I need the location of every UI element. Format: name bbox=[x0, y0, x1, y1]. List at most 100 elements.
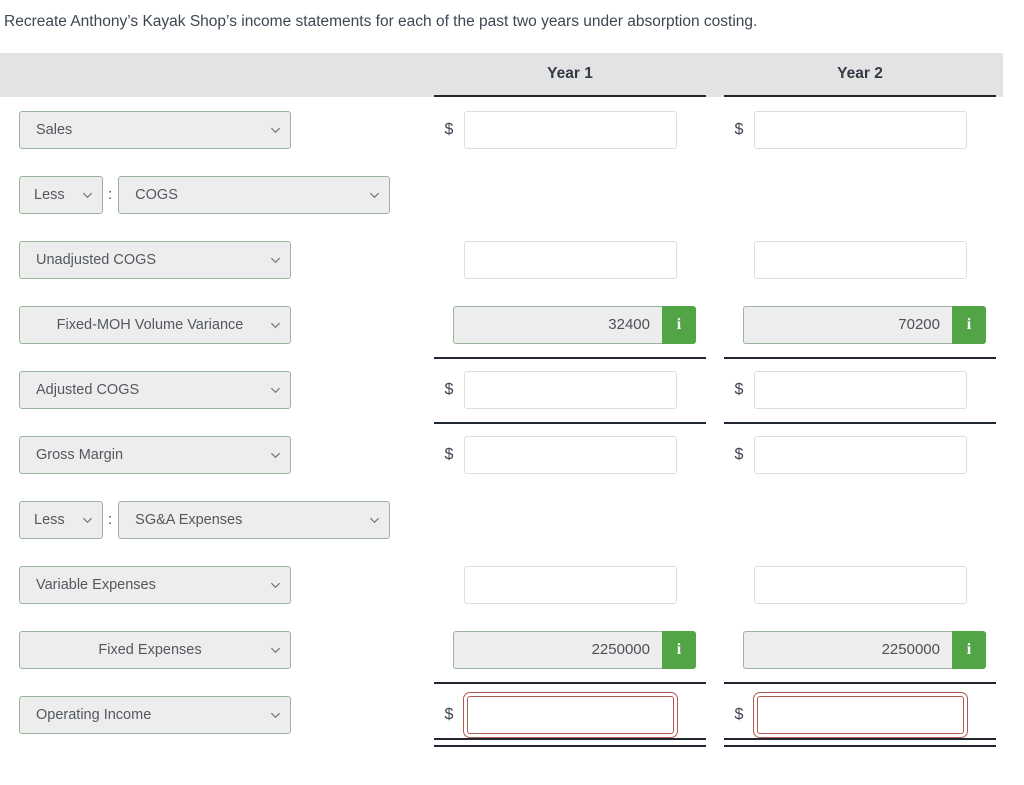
table-row-unadjusted-cogs: Unadjusted COGS bbox=[0, 227, 1003, 292]
income-statement-table: Year 1 Year 2 Sales $ $ Less: COGS Unad… bbox=[0, 53, 1003, 748]
row-label-cell: Fixed-MOH Volume Variance bbox=[0, 305, 434, 344]
value-cell-year1-unadjusted-cogs bbox=[434, 227, 706, 292]
chevron-down-icon bbox=[270, 319, 281, 330]
row-label-cell: Variable Expenses bbox=[0, 565, 434, 604]
account-select-fixed-expenses[interactable]: Fixed Expenses bbox=[19, 630, 291, 669]
account-select-label: Gross Margin bbox=[36, 446, 124, 463]
table-row-variable-expenses: Variable Expenses bbox=[0, 552, 1003, 617]
row-tail bbox=[996, 422, 1003, 487]
input-operating-income-year2[interactable] bbox=[753, 691, 968, 738]
value-cell-year2-less-sga bbox=[724, 487, 996, 552]
readonly-fixed-moh-year1: 32400 bbox=[453, 305, 662, 344]
table-row-fixed-moh-volume-variance: Fixed-MOH Volume Variance 32400 i 70200 … bbox=[0, 292, 1003, 357]
currency-symbol: $ bbox=[444, 705, 454, 723]
account-select-variable-expenses[interactable]: Variable Expenses bbox=[19, 565, 291, 604]
input-sales-year1[interactable] bbox=[464, 110, 677, 149]
table-row-sales: Sales $ $ bbox=[0, 97, 1003, 162]
chevron-down-icon bbox=[270, 384, 281, 395]
input-adjusted-cogs-year2[interactable] bbox=[754, 370, 967, 409]
input-operating-income-year1[interactable] bbox=[463, 691, 678, 738]
input-unadjusted-cogs-year1[interactable] bbox=[464, 240, 677, 279]
input-variable-expenses-year2[interactable] bbox=[754, 565, 967, 604]
value-cell-year1-less-cogs bbox=[434, 162, 706, 227]
value-cell-year1-gross-margin: $ bbox=[434, 422, 706, 487]
info-icon-fixed-expenses-year2[interactable]: i bbox=[952, 630, 986, 669]
operator-separator: : bbox=[108, 186, 113, 204]
readonly-value-group-year2: 2250000 i bbox=[743, 630, 986, 669]
row-label-cell: Gross Margin bbox=[0, 435, 434, 474]
readonly-value-group-year2: 70200 i bbox=[743, 305, 986, 344]
input-sales-year2[interactable] bbox=[754, 110, 967, 149]
table-row-gross-margin: Gross Margin $ $ bbox=[0, 422, 1003, 487]
value-cell-year1-operating-income: $ bbox=[434, 682, 706, 748]
readonly-fixed-expenses-year1: 2250000 bbox=[453, 630, 662, 669]
row-tail bbox=[996, 162, 1003, 227]
info-icon-fixed-moh-year2[interactable]: i bbox=[952, 305, 986, 344]
input-adjusted-cogs-year1[interactable] bbox=[464, 370, 677, 409]
operator-select-label: Less bbox=[34, 186, 65, 203]
column-header-year-2: Year 2 bbox=[724, 53, 996, 98]
value-cell-year2-fixed-expenses: 2250000 i bbox=[724, 617, 996, 682]
account-select-gross-margin[interactable]: Gross Margin bbox=[19, 435, 291, 474]
readonly-fixed-expenses-year2: 2250000 bbox=[743, 630, 952, 669]
input-variable-expenses-year1[interactable] bbox=[464, 565, 677, 604]
operator-select-less-sga[interactable]: Less bbox=[19, 500, 103, 539]
input-unadjusted-cogs-year2[interactable] bbox=[754, 240, 967, 279]
info-icon-fixed-expenses-year1[interactable]: i bbox=[662, 630, 696, 669]
account-select-label: Variable Expenses bbox=[36, 576, 156, 593]
account-select-unadjusted-cogs[interactable]: Unadjusted COGS bbox=[19, 240, 291, 279]
value-cell-year2-adjusted-cogs: $ bbox=[724, 357, 996, 422]
chevron-down-icon bbox=[369, 189, 380, 200]
input-gross-margin-year1[interactable] bbox=[464, 435, 677, 474]
account-select-adjusted-cogs[interactable]: Adjusted COGS bbox=[19, 370, 291, 409]
row-tail bbox=[996, 487, 1003, 552]
value-cell-year1-sales: $ bbox=[434, 97, 706, 162]
account-select-label: COGS bbox=[135, 186, 178, 203]
row-tail bbox=[996, 617, 1003, 682]
value-cell-year1-fixed-expenses: 2250000 i bbox=[434, 617, 706, 682]
currency-symbol: $ bbox=[734, 705, 744, 723]
currency-symbol: $ bbox=[734, 380, 744, 398]
table-row-less-sga-expenses: Less : SG&A Expenses bbox=[0, 487, 1003, 552]
value-cell-year1-less-sga bbox=[434, 487, 706, 552]
account-select-cogs[interactable]: COGS bbox=[118, 175, 391, 214]
row-tail bbox=[996, 97, 1003, 162]
account-select-sales[interactable]: Sales bbox=[19, 110, 291, 149]
readonly-value-group-year1: 2250000 i bbox=[453, 630, 696, 669]
account-select-operating-income[interactable]: Operating Income bbox=[19, 695, 291, 734]
row-label-cell: Less : SG&A Expenses bbox=[0, 500, 434, 539]
currency-symbol: $ bbox=[734, 445, 744, 463]
table-header-row: Year 1 Year 2 bbox=[0, 53, 1003, 98]
row-label-cell: Fixed Expenses bbox=[0, 630, 434, 669]
table-row-less-cogs: Less : COGS bbox=[0, 162, 1003, 227]
value-cell-year2-less-cogs bbox=[724, 162, 996, 227]
row-label-cell: Less : COGS bbox=[0, 175, 434, 214]
value-cell-year2-variable-expenses bbox=[724, 552, 996, 617]
chevron-down-icon bbox=[270, 709, 281, 720]
header-label-column bbox=[0, 53, 434, 97]
account-select-fixed-moh-volume-variance[interactable]: Fixed-MOH Volume Variance bbox=[19, 305, 291, 344]
account-select-label: Unadjusted COGS bbox=[36, 251, 157, 268]
value-cell-year2-sales: $ bbox=[724, 97, 996, 162]
chevron-down-icon bbox=[82, 189, 93, 200]
account-select-label: SG&A Expenses bbox=[135, 511, 243, 528]
question-prompt: Recreate Anthony’s Kayak Shop’s income s… bbox=[4, 13, 758, 30]
row-label-cell: Unadjusted COGS bbox=[0, 240, 434, 279]
operator-select-less-cogs[interactable]: Less bbox=[19, 175, 103, 214]
readonly-fixed-moh-year2: 70200 bbox=[743, 305, 952, 344]
account-select-sga-expenses[interactable]: SG&A Expenses bbox=[118, 500, 391, 539]
chevron-down-icon bbox=[270, 449, 281, 460]
chevron-down-icon bbox=[270, 254, 281, 265]
table-row-operating-income: Operating Income $ $ bbox=[0, 682, 1003, 748]
table-row-fixed-expenses: Fixed Expenses 2250000 i 2250000 i bbox=[0, 617, 1003, 682]
row-label-cell: Adjusted COGS bbox=[0, 370, 434, 409]
header-spacer bbox=[996, 53, 1003, 97]
info-icon-fixed-moh-year1[interactable]: i bbox=[662, 305, 696, 344]
input-gross-margin-year2[interactable] bbox=[754, 435, 967, 474]
value-cell-year2-unadjusted-cogs bbox=[724, 227, 996, 292]
value-cell-year2-fixed-moh-volume-variance: 70200 i bbox=[724, 292, 996, 357]
row-tail bbox=[996, 682, 1003, 747]
row-label-cell: Operating Income bbox=[0, 695, 434, 734]
chevron-down-icon bbox=[369, 514, 380, 525]
value-cell-year2-operating-income: $ bbox=[724, 682, 996, 748]
